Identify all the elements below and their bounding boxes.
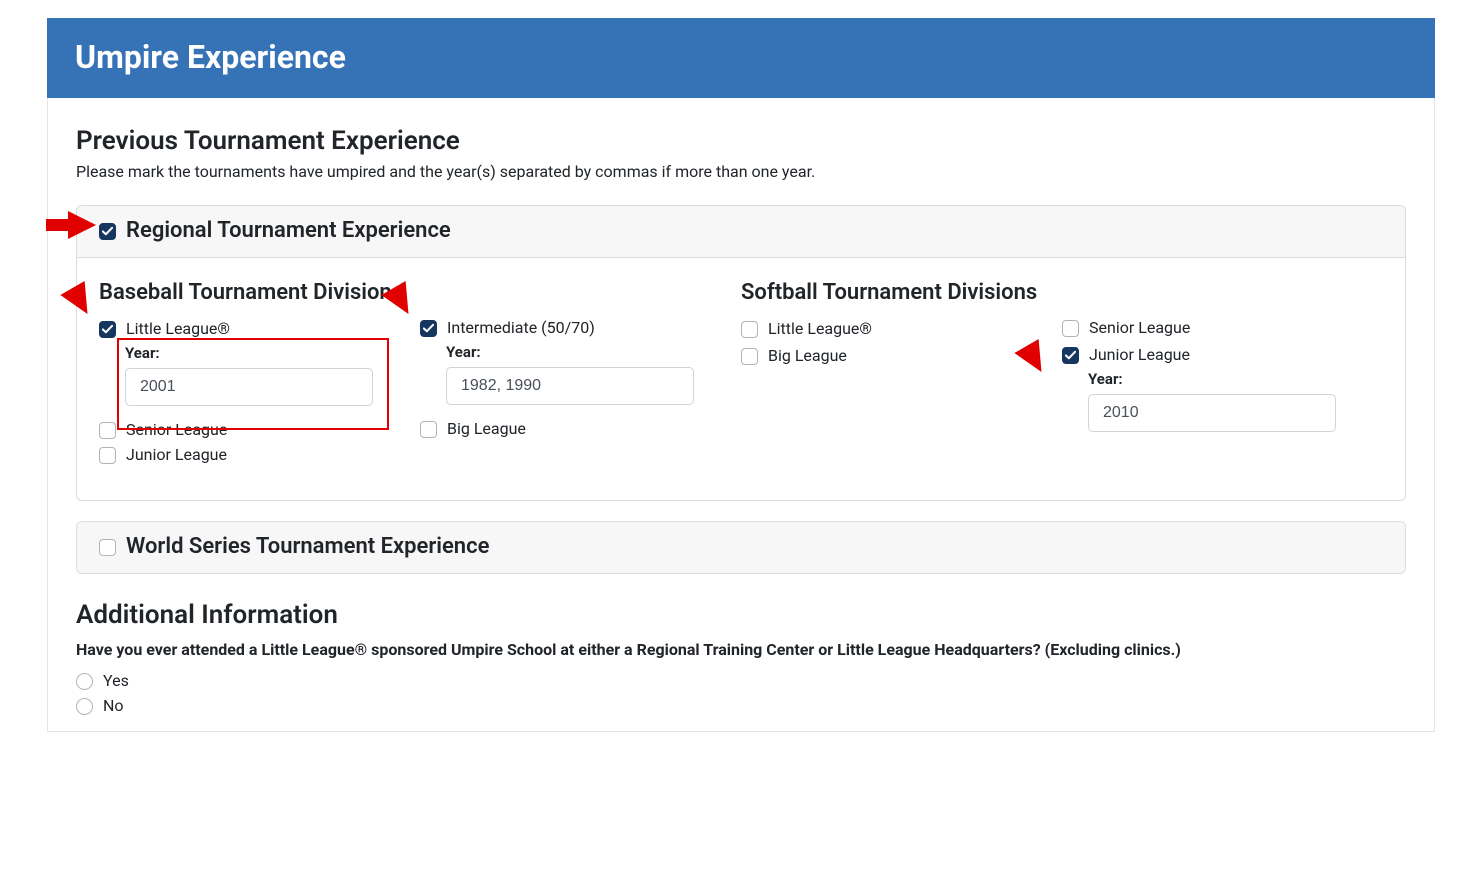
umpire-school-question: Have you ever attended a Little League® … bbox=[76, 640, 1406, 659]
softball-junior-league-year-label: Year: bbox=[1088, 370, 1383, 388]
softball-little-league-row: Little League® bbox=[741, 319, 1062, 338]
softball-column: Softball Tournament Divisions Little Lea… bbox=[741, 280, 1383, 470]
softball-little-league-checkbox[interactable] bbox=[741, 321, 758, 338]
baseball-senior-league-row: Senior League bbox=[99, 420, 420, 439]
softball-subcol-2: Senior League Junior League Year: bbox=[1062, 280, 1383, 470]
softball-big-league-label: Big League bbox=[768, 346, 847, 365]
baseball-big-league-row: Big League bbox=[420, 419, 741, 438]
baseball-senior-league-label: Senior League bbox=[126, 420, 227, 439]
softball-senior-league-checkbox[interactable] bbox=[1062, 320, 1079, 337]
world-series-heading: World Series Tournament Experience bbox=[126, 534, 489, 559]
baseball-subcol-1: Baseball Tournament Divisions Little Lea… bbox=[99, 280, 420, 470]
regional-checkbox[interactable] bbox=[99, 223, 116, 240]
softball-big-league-checkbox[interactable] bbox=[741, 348, 758, 365]
umpire-school-yes-radio[interactable] bbox=[76, 673, 93, 690]
additional-info-title: Additional Information bbox=[76, 600, 1406, 630]
world-series-checkbox[interactable] bbox=[99, 539, 116, 556]
baseball-title: Baseball Tournament Divisions bbox=[99, 280, 420, 305]
umpire-school-no-row: No bbox=[76, 696, 1406, 715]
softball-junior-league-year-input[interactable] bbox=[1088, 394, 1336, 432]
baseball-column: Baseball Tournament Divisions Little Lea… bbox=[99, 280, 741, 470]
umpire-school-no-label: No bbox=[103, 696, 124, 715]
baseball-intermediate-label: Intermediate (50/70) bbox=[447, 318, 595, 337]
umpire-school-yes-row: Yes bbox=[76, 671, 1406, 690]
softball-junior-league-year-block: Year: bbox=[1088, 370, 1383, 432]
baseball-little-league-checkbox[interactable] bbox=[99, 321, 116, 338]
baseball-subcol-2: Intermediate (50/70) Year: Big League bbox=[420, 280, 741, 470]
umpire-school-no-radio[interactable] bbox=[76, 698, 93, 715]
baseball-intermediate-year-block: Year: bbox=[446, 343, 741, 405]
world-series-panel: World Series Tournament Experience bbox=[76, 521, 1406, 574]
baseball-intermediate-checkbox[interactable] bbox=[420, 320, 437, 337]
annotation-arrow-regional bbox=[68, 211, 96, 239]
regional-panel: Regional Tournament Experience Baseball … bbox=[76, 205, 1406, 501]
regional-panel-header[interactable]: Regional Tournament Experience bbox=[77, 206, 1405, 258]
softball-subcol-1: Softball Tournament Divisions Little Lea… bbox=[741, 280, 1062, 470]
baseball-little-league-year-block: Year: bbox=[125, 344, 420, 406]
baseball-little-league-year-input[interactable] bbox=[125, 368, 373, 406]
baseball-little-league-row: Little League® bbox=[99, 319, 420, 338]
baseball-intermediate-year-input[interactable] bbox=[446, 367, 694, 405]
baseball-junior-league-checkbox[interactable] bbox=[99, 447, 116, 464]
previous-experience-title: Previous Tournament Experience bbox=[76, 126, 1406, 156]
regional-panel-body: Baseball Tournament Divisions Little Lea… bbox=[77, 258, 1405, 500]
baseball-big-league-label: Big League bbox=[447, 419, 526, 438]
softball-junior-league-checkbox[interactable] bbox=[1062, 347, 1079, 364]
softball-little-league-label: Little League® bbox=[768, 319, 872, 338]
page-title: Umpire Experience bbox=[75, 38, 346, 76]
previous-experience-desc: Please mark the tournaments have umpired… bbox=[76, 162, 1406, 181]
softball-senior-league-label: Senior League bbox=[1089, 318, 1190, 337]
baseball-intermediate-row: Intermediate (50/70) bbox=[420, 318, 741, 337]
baseball-little-league-year-label: Year: bbox=[125, 344, 420, 362]
softball-junior-league-label: Junior League bbox=[1089, 345, 1190, 364]
baseball-junior-league-label: Junior League bbox=[126, 445, 227, 464]
page-container: Umpire Experience Previous Tournament Ex… bbox=[0, 0, 1482, 732]
regional-heading: Regional Tournament Experience bbox=[126, 218, 451, 243]
baseball-big-league-checkbox[interactable] bbox=[420, 421, 437, 438]
softball-big-league-row: Big League bbox=[741, 346, 1062, 365]
baseball-junior-league-row: Junior League bbox=[99, 445, 420, 464]
page-title-bar: Umpire Experience bbox=[47, 18, 1435, 98]
baseball-intermediate-year-label: Year: bbox=[446, 343, 741, 361]
softball-title: Softball Tournament Divisions bbox=[741, 280, 1062, 305]
baseball-little-league-label: Little League® bbox=[126, 319, 230, 338]
world-series-panel-header[interactable]: World Series Tournament Experience bbox=[77, 522, 1405, 573]
softball-senior-league-row: Senior League bbox=[1062, 318, 1383, 337]
softball-junior-league-row: Junior League bbox=[1062, 345, 1383, 364]
baseball-senior-league-checkbox[interactable] bbox=[99, 422, 116, 439]
form-body: Previous Tournament Experience Please ma… bbox=[47, 98, 1435, 732]
umpire-school-yes-label: Yes bbox=[103, 671, 129, 690]
